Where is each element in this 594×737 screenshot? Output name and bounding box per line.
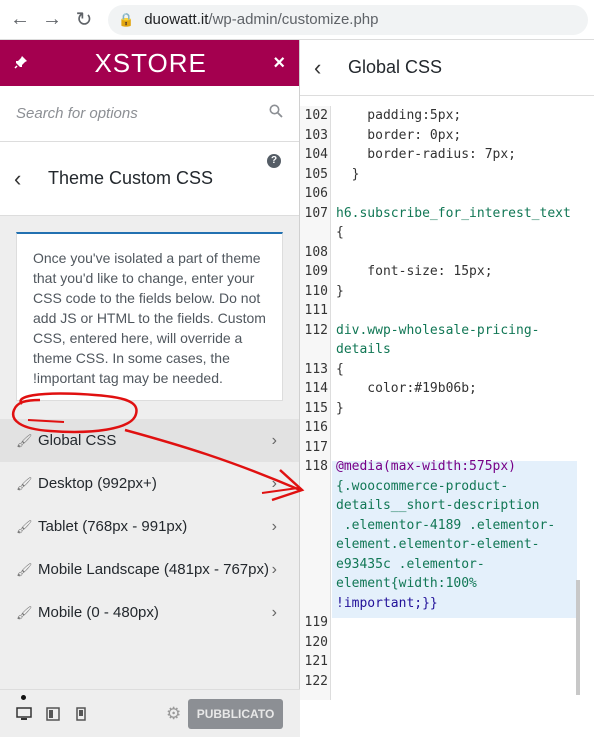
code-line: div.wwp-wholesale-pricing-	[336, 322, 540, 338]
section-title: Theme Custom CSS	[48, 168, 214, 188]
brush-icon: 🖌	[16, 518, 33, 534]
menu-item-label: Global CSS	[38, 432, 117, 449]
line-number: 107	[304, 205, 328, 221]
menu-item-label: Mobile (0 - 480px)	[38, 604, 159, 621]
line-number: 117	[304, 439, 328, 455]
menu-item-desktop[interactable]: 🖌 Desktop (992px+) ›	[0, 462, 299, 505]
customizer-footer: ⚙ PUBBLICATO	[0, 689, 300, 737]
code-line: {	[336, 225, 344, 240]
code-line: border-radius: 7px;	[336, 147, 517, 162]
line-number: 114	[304, 381, 328, 396]
editor-scrollbar[interactable]	[576, 580, 580, 695]
customizer-sidebar: XSTORE × Search for options ‹ Theme Cust…	[0, 40, 300, 737]
line-number: 121	[304, 654, 328, 669]
line-number: 118	[304, 459, 328, 474]
line-number: 119	[304, 615, 328, 630]
code-line: color:#19b06b;	[336, 381, 477, 396]
css-editor-panel: ‹ Global CSS 102 103 104 105 106 107 108…	[300, 40, 594, 737]
chevron-right-icon: ›	[271, 517, 277, 535]
chevron-right-icon: ›	[271, 474, 277, 492]
editor-title: Global CSS	[348, 57, 443, 77]
menu-item-label: Mobile Landscape (481px - 767px)	[38, 561, 269, 578]
code-line: element{width:100%	[336, 576, 477, 591]
line-number: 108	[304, 244, 328, 260]
publish-button[interactable]: PUBBLICATO	[188, 698, 283, 729]
line-number: 120	[304, 634, 328, 650]
tablet-preview-icon[interactable]	[46, 706, 62, 721]
line-number: 111	[304, 303, 328, 318]
code-line: {.woocommerce-product-	[336, 478, 509, 494]
brush-icon: 🖌	[16, 432, 33, 448]
line-number: 109	[304, 264, 328, 279]
mobile-preview-icon[interactable]	[76, 706, 92, 721]
line-number: 103	[304, 127, 328, 143]
code-line: font-size: 15px;	[336, 264, 493, 279]
line-number: 102	[304, 108, 328, 123]
description-wrapper: Once you've isolated a part of theme tha…	[0, 216, 299, 413]
pin-icon[interactable]	[14, 53, 28, 74]
chevron-right-icon: ›	[271, 431, 277, 449]
xstore-logo: XSTORE	[94, 47, 207, 78]
css-section-menu: 🖌 Global CSS › 🖌 Desktop (992px+) › 🖌 Ta…	[0, 419, 299, 634]
line-number: 113	[304, 361, 328, 377]
forward-arrow-icon[interactable]: →	[40, 8, 64, 32]
menu-item-mobile-landscape[interactable]: 🖌 Mobile Landscape (481px - 767px) ›	[0, 548, 299, 591]
brand-header: XSTORE ×	[0, 40, 299, 86]
code-line: .elementor-4189 .elementor-	[336, 517, 556, 533]
brush-icon: 🖌	[16, 475, 33, 491]
line-number: 106	[304, 186, 328, 201]
line-number: 122	[304, 673, 328, 689]
chevron-right-icon: ›	[271, 560, 277, 578]
code-line: }	[336, 283, 344, 299]
url-path: /wp-admin/customize.php	[208, 11, 379, 28]
code-line: h6.subscribe_for_interest_text	[336, 205, 571, 221]
close-icon[interactable]: ×	[273, 52, 285, 75]
line-number: 116	[304, 420, 328, 435]
chevron-right-icon: ›	[271, 603, 277, 621]
code-line: e93435c .elementor-	[336, 556, 485, 572]
desktop-preview-icon[interactable]	[16, 694, 32, 721]
editor-header: ‹ Global CSS	[300, 40, 594, 96]
line-number: 110	[304, 283, 328, 299]
code-line: {	[336, 361, 344, 377]
line-number: 105	[304, 166, 328, 182]
reload-icon[interactable]: ↻	[72, 8, 96, 32]
section-description: Once you've isolated a part of theme tha…	[16, 232, 283, 401]
menu-item-label: Tablet (768px - 991px)	[38, 518, 188, 535]
url-domain: duowatt.it	[144, 11, 209, 28]
code-line: border: 0px;	[336, 127, 462, 143]
code-line: }	[336, 166, 360, 182]
brush-icon: 🖌	[16, 561, 33, 577]
gear-icon[interactable]: ⚙	[166, 704, 181, 724]
section-header: ‹ Theme Custom CSS ?	[0, 142, 299, 216]
code-line: padding:5px;	[336, 108, 462, 123]
code-editor[interactable]: 102 103 104 105 106 107 108 109 110 111 …	[300, 106, 582, 700]
line-number: 112	[304, 322, 328, 338]
code-line: }	[336, 400, 344, 416]
search-icon[interactable]	[269, 104, 283, 123]
back-arrow-icon[interactable]: ←	[8, 8, 32, 32]
browser-toolbar: ← → ↻ 🔒 duowatt.it/wp-admin/customize.ph…	[0, 0, 594, 40]
code-line: element.elementor-element-	[336, 537, 540, 552]
search-input[interactable]: Search for options	[16, 105, 138, 122]
menu-item-global-css[interactable]: 🖌 Global CSS ›	[0, 419, 299, 462]
help-icon[interactable]: ?	[267, 154, 281, 168]
back-chevron-icon[interactable]: ‹	[14, 166, 38, 192]
code-line: @media(max-width:575px)	[336, 459, 517, 474]
line-number: 115	[304, 400, 328, 416]
menu-item-tablet[interactable]: 🖌 Tablet (768px - 991px) ›	[0, 505, 299, 548]
menu-item-mobile[interactable]: 🖌 Mobile (0 - 480px) ›	[0, 591, 299, 634]
address-bar[interactable]: 🔒 duowatt.it/wp-admin/customize.php	[108, 4, 588, 35]
search-options[interactable]: Search for options	[0, 86, 299, 142]
back-chevron-icon[interactable]: ‹	[314, 55, 338, 81]
menu-item-label: Desktop (992px+)	[38, 475, 157, 492]
lock-icon: 🔒	[118, 11, 135, 27]
brush-icon: 🖌	[16, 604, 33, 620]
code-line: details	[336, 342, 391, 357]
code-line: details__short-description	[336, 498, 540, 513]
code-line: !important;}}	[336, 595, 438, 611]
line-number: 104	[304, 147, 328, 162]
